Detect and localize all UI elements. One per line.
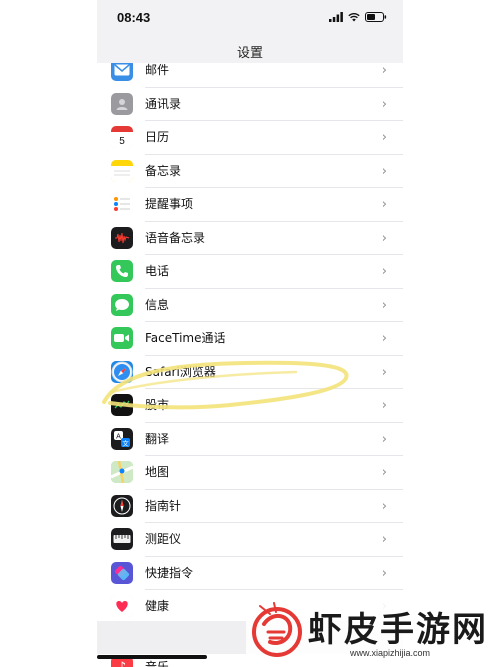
settings-screen: 08:43 设置 邮件 › 通讯录 › 5 日历 › 备忘录 › 提醒事项 › 语音备忘录 › 电话 › 信息… (97, 0, 403, 667)
chevron-right-icon: › (381, 532, 387, 547)
settings-row-label: 备忘录 (145, 163, 182, 178)
phone-icon (111, 260, 133, 282)
settings-row-label: 翻译 (145, 431, 170, 446)
settings-row[interactable]: 备忘录 › (97, 155, 403, 188)
contacts-icon (111, 92, 133, 115)
settings-row[interactable]: 提醒事项 › (97, 188, 403, 222)
health-icon (111, 595, 133, 617)
status-bar: 08:43 (97, 0, 403, 38)
chevron-right-icon: › (381, 565, 387, 581)
signal-icon (329, 12, 343, 22)
settings-row[interactable]: Safari浏览器 › (97, 356, 403, 389)
settings-row-label: 语音备忘录 (145, 230, 206, 245)
settings-row[interactable]: 信息 › (97, 289, 403, 322)
settings-row[interactable]: 语音备忘录 › (97, 222, 403, 255)
mail-icon (111, 62, 133, 81)
facetime-icon (111, 327, 133, 349)
settings-row[interactable]: 股市 › (97, 389, 403, 423)
chevron-right-icon: › (381, 130, 387, 145)
notes-icon (111, 159, 133, 182)
settings-row-label: 提醒事项 (145, 197, 194, 211)
settings-row[interactable]: A 文翻译 › (97, 423, 403, 456)
settings-row[interactable]: 测距仪 › (97, 523, 403, 557)
svg-text:文: 文 (122, 438, 129, 447)
settings-row-label: 日历 (145, 130, 170, 144)
maps-icon (111, 461, 133, 483)
settings-row-label: 指南针 (145, 498, 182, 513)
home-indicator[interactable] (97, 655, 207, 659)
chevron-right-icon: › (381, 297, 387, 313)
status-time: 08:43 (117, 10, 151, 25)
chevron-right-icon: › (381, 398, 387, 413)
calendar-icon: 5 (111, 126, 133, 148)
settings-row[interactable]: 5 日历 › (97, 121, 403, 155)
compass-icon (111, 494, 133, 517)
settings-row-label: 快捷指令 (145, 565, 194, 580)
svg-text:A: A (116, 433, 121, 440)
status-icons (329, 12, 387, 22)
settings-row-label: 通讯录 (145, 96, 182, 111)
chevron-right-icon: › (381, 163, 387, 179)
watermark-text: 虾皮手游网 (308, 610, 488, 650)
settings-row-label: 健康 (145, 599, 170, 613)
settings-row-label: 股市 (145, 398, 170, 412)
stocks-icon (111, 394, 133, 416)
settings-row-label: 地图 (145, 465, 170, 479)
chevron-right-icon: › (381, 431, 387, 447)
watermark: 虾皮手游网 www.xiapizhijia.com (246, 600, 500, 667)
chevron-right-icon: › (381, 230, 387, 246)
settings-row[interactable]: 通讯录 › (97, 88, 403, 121)
settings-row-label: FaceTime通话 (145, 331, 226, 345)
settings-row-label: 测距仪 (145, 532, 182, 546)
watermark-url: www.xiapizhijia.com (350, 648, 431, 658)
settings-row[interactable]: 快捷指令 › (97, 557, 403, 590)
chevron-right-icon: › (381, 96, 387, 112)
settings-row-label: Safari浏览器 (145, 364, 216, 379)
chevron-right-icon: › (381, 364, 387, 380)
settings-row[interactable]: 指南针 › (97, 490, 403, 523)
settings-row[interactable]: 地图 › (97, 456, 403, 490)
page-title: 设置 (236, 46, 263, 61)
safari-icon (111, 360, 133, 383)
shortcuts-icon (111, 561, 133, 584)
settings-row-label: 电话 (145, 264, 170, 278)
measure-icon (111, 528, 133, 550)
shrimp-logo-icon (252, 602, 302, 657)
svg-text:5: 5 (119, 136, 125, 147)
battery-icon (365, 12, 387, 22)
reminders-icon (111, 193, 133, 215)
chevron-right-icon: › (381, 465, 387, 480)
chevron-right-icon: › (381, 498, 387, 514)
settings-row[interactable]: FaceTime通话 › (97, 322, 403, 356)
messages-icon (111, 293, 133, 316)
settings-row[interactable]: 电话 › (97, 255, 403, 289)
settings-row-label: 音乐 (145, 660, 170, 667)
chevron-right-icon: › (381, 197, 387, 212)
chevron-right-icon: › (381, 331, 387, 346)
settings-list: 邮件 › 通讯录 › 5 日历 › 备忘录 › 提醒事项 › 语音备忘录 › 电话 › 信息 › FaceTime… (97, 62, 403, 624)
wifi-icon (348, 12, 360, 22)
settings-row-label: 信息 (145, 297, 170, 312)
translate-icon: A文 (111, 427, 133, 450)
chevron-right-icon: › (381, 264, 387, 279)
voice-memos-icon (111, 226, 133, 249)
